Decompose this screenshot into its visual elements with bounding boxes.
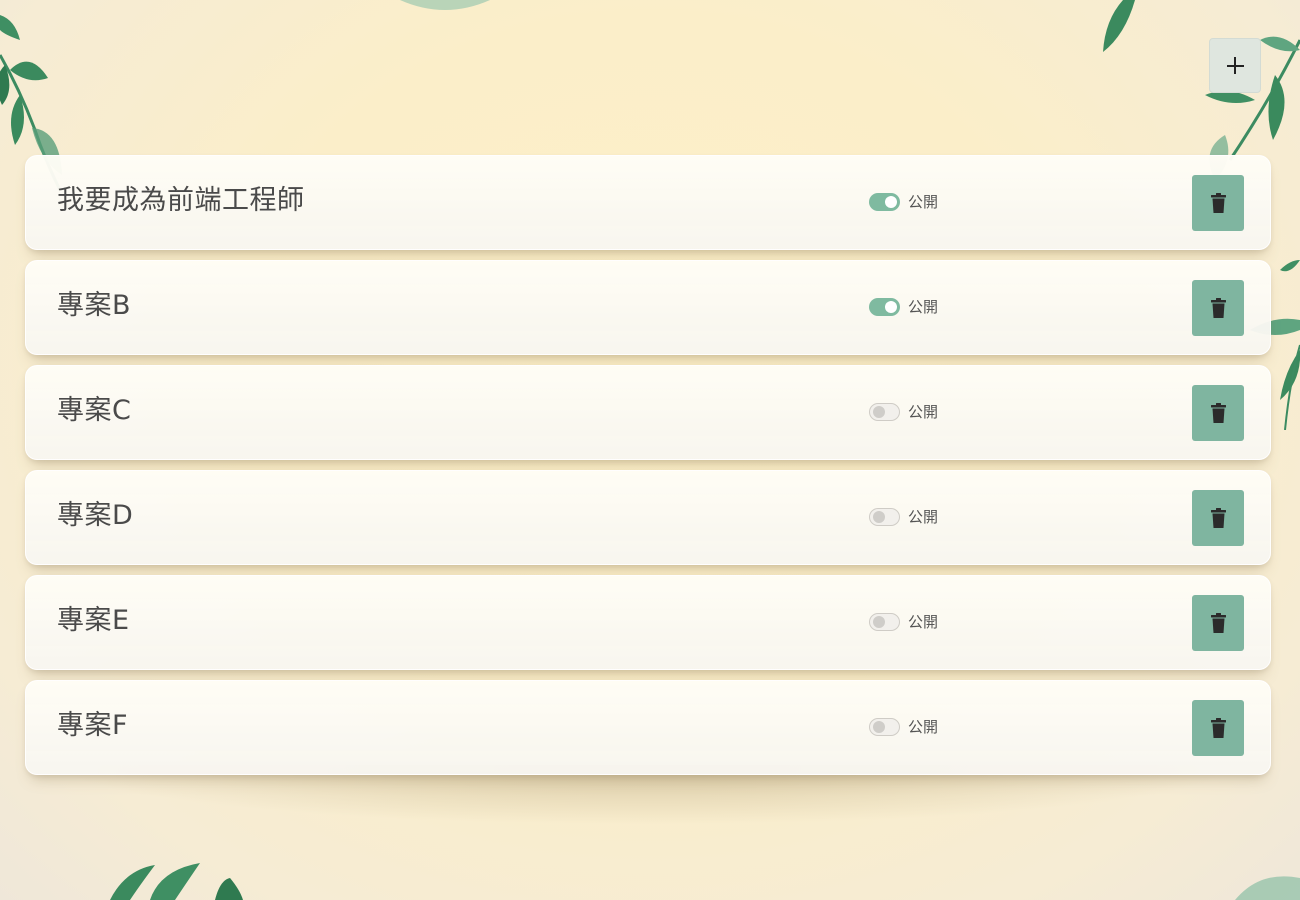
public-label: 公開 (908, 508, 939, 526)
public-toggle[interactable] (869, 192, 900, 211)
trash-icon (1210, 508, 1226, 528)
public-toggle-group: 公開 (869, 401, 938, 422)
toggle-knob (873, 405, 885, 418)
trash-icon (1210, 403, 1226, 423)
delete-button[interactable] (1192, 280, 1244, 336)
item-title: 我要成為前端工程師 (57, 185, 305, 216)
add-item-button[interactable] (1209, 38, 1261, 93)
toggle-knob (873, 615, 885, 628)
list-item: 專案C 公開 (25, 365, 1271, 460)
leaf-top-center (400, 0, 490, 10)
public-toggle-group: 公開 (869, 506, 938, 527)
toggle-knob (873, 510, 885, 523)
public-toggle[interactable] (869, 402, 900, 421)
public-label: 公開 (908, 403, 939, 421)
public-label: 公開 (908, 298, 939, 316)
list-item: 專案F 公開 (25, 680, 1271, 775)
public-toggle-group: 公開 (869, 716, 938, 737)
public-label: 公開 (908, 718, 939, 736)
leaf-branch-top-right (1103, 0, 1300, 180)
delete-button[interactable] (1192, 595, 1244, 651)
toggle-knob (885, 195, 897, 208)
toggle-knob (885, 300, 897, 313)
public-toggle-group: 公開 (869, 296, 938, 317)
list-item: 專案D 公開 (25, 470, 1271, 565)
delete-button[interactable] (1192, 175, 1244, 231)
toggle-knob (873, 720, 885, 733)
trash-icon (1210, 193, 1226, 213)
trash-icon (1210, 613, 1226, 633)
public-toggle-group: 公開 (869, 611, 938, 632)
list-item: 我要成為前端工程師 公開 (25, 155, 1271, 250)
list-item: 專案B 公開 (25, 260, 1271, 355)
public-toggle-group: 公開 (869, 191, 938, 212)
item-title: 專案D (57, 500, 134, 531)
public-toggle[interactable] (869, 717, 900, 736)
public-toggle[interactable] (869, 507, 900, 526)
delete-button[interactable] (1192, 490, 1244, 546)
delete-button[interactable] (1192, 385, 1244, 441)
public-label: 公開 (908, 613, 939, 631)
leaf-branch-bottom-left (110, 863, 243, 900)
public-toggle[interactable] (869, 612, 900, 631)
trash-icon (1210, 718, 1226, 738)
item-title: 專案E (57, 605, 130, 636)
delete-button[interactable] (1192, 700, 1244, 756)
public-label: 公開 (908, 193, 939, 211)
list-item: 專案E 公開 (25, 575, 1271, 670)
item-title: 專案F (57, 710, 129, 741)
trash-icon (1210, 298, 1226, 318)
item-title: 專案C (57, 395, 132, 426)
item-title: 專案B (57, 290, 132, 321)
item-list: 我要成為前端工程師 公開 專案B 公開 專案C 公開 專案D 公開 專案E 公開… (25, 155, 1271, 825)
public-toggle[interactable] (869, 297, 900, 316)
leaf-bottom-right (1235, 876, 1300, 900)
